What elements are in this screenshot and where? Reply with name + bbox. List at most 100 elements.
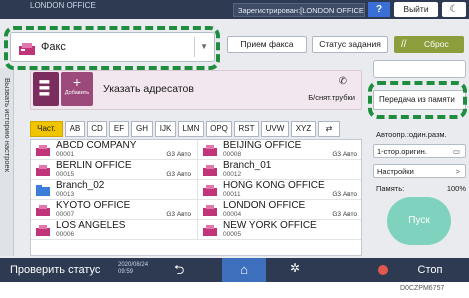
list-item[interactable]: Branch_02 00013 <box>31 180 197 200</box>
tab-uvw[interactable]: UVW <box>261 121 289 137</box>
settings-button[interactable]: Настройки > <box>373 164 466 178</box>
destination-list: ABCD COMPANY 00001 G3 Авто BEIJING OFFIC… <box>30 139 362 256</box>
tab-opq[interactable]: OPQ <box>206 121 232 137</box>
entry-number: 00008 <box>223 151 242 158</box>
chevron-right-icon: > <box>455 167 460 176</box>
list-item[interactable]: NEW YORK OFFICE 00005 <box>197 220 361 241</box>
entry-name: Branch_02 <box>56 180 105 191</box>
entry-mode: G3 Авто <box>166 211 191 218</box>
job-status-button[interactable]: Статус задания <box>312 36 388 53</box>
tab-ab[interactable]: AB <box>65 121 85 137</box>
list-item[interactable]: BEIJING OFFICE 00008 G3 Авто <box>197 140 361 161</box>
fax-icon <box>36 223 50 241</box>
start-button[interactable]: Пуск <box>387 197 451 245</box>
list-item[interactable]: BERLIN OFFICE 00015 G3 Авто <box>31 160 197 180</box>
memory-status: Память: 100% <box>376 184 466 193</box>
list-item[interactable]: KYOTO OFFICE 00007 G3 Авто <box>31 200 197 220</box>
fax-icon <box>203 163 217 181</box>
figure-code: D0CZPM6757 <box>400 285 445 292</box>
back-icon[interactable]: ⮌ <box>174 261 184 282</box>
list-item[interactable]: ABCD COMPANY 00001 G3 Авто <box>31 140 197 160</box>
entry-mode: G3 Авто <box>166 151 191 158</box>
memory-label: Память: <box>376 184 405 193</box>
stop-button[interactable]: Стоп <box>400 262 460 278</box>
tab-gh[interactable]: GH <box>131 121 153 137</box>
stop-icon <box>378 265 388 275</box>
office-title: LONDON OFFICE <box>30 1 96 10</box>
original-sides-label: 1-стор.оригин. <box>377 147 427 156</box>
destination-title: Указать адресатов <box>103 83 194 95</box>
entry-name: LOS ANGELES <box>56 220 126 231</box>
tab-xyz[interactable]: XYZ <box>291 121 316 137</box>
time: 09:59 <box>118 269 134 275</box>
entry-number: 00005 <box>223 231 242 238</box>
check-status-button[interactable]: Проверить статус <box>10 262 100 278</box>
help-button[interactable]: ? <box>368 2 390 17</box>
fax-icon <box>36 163 50 181</box>
entry-number: 00004 <box>223 211 242 218</box>
entry-name: KYOTO OFFICE <box>56 200 131 211</box>
entry-mode: G3 Авто <box>332 191 357 198</box>
fax-icon <box>203 143 217 161</box>
grid-icon: ■■■ ■■■ ■■■ <box>39 79 50 98</box>
entry-number: 00011 <box>223 191 241 198</box>
fax-icon <box>36 203 50 221</box>
moon-icon: ☾ <box>449 4 459 15</box>
original-sides-option[interactable]: 1-стор.оригин. ▭ <box>373 144 466 158</box>
entry-name: BEIJING OFFICE <box>223 140 302 151</box>
entry-name: LONDON OFFICE <box>223 200 306 211</box>
entry-number: 00015 <box>56 171 75 178</box>
settings-history-tab[interactable]: Вызвать историю настроек <box>0 68 14 256</box>
tab-switch[interactable]: ⇄ <box>318 121 340 137</box>
bottom-bar: Проверить статус 2020/08/24 09:59 ⮌ ⌂ ✲ … <box>0 258 469 282</box>
entry-name: NEW YORK OFFICE <box>223 220 317 231</box>
entry-name: ABCD COMPANY <box>56 140 137 151</box>
home-icon: ⌂ <box>240 262 248 277</box>
entry-number: 00001 <box>56 151 75 158</box>
tab-ijk[interactable]: IJK <box>155 121 176 137</box>
tab-ef[interactable]: EF <box>109 121 129 137</box>
panel-header <box>373 60 466 78</box>
entry-number: 00013 <box>56 191 75 198</box>
fax-icon <box>203 223 217 241</box>
folder-icon <box>36 183 50 201</box>
list-item[interactable]: HONG KONG OFFICE 00011 G3 Авто <box>197 180 361 201</box>
gear-icon[interactable]: ✲ <box>290 261 300 275</box>
top-bar: LONDON OFFICE Зарегистрирован:[LONDON OF… <box>0 0 469 19</box>
date-time: 2020/08/24 09:59 <box>118 262 148 276</box>
logout-button[interactable]: Выйти <box>394 2 438 17</box>
on-hook-label[interactable]: Б/снят.трубки <box>308 93 355 102</box>
tab-lmn[interactable]: LMN <box>178 121 204 137</box>
fax-icon <box>203 203 217 221</box>
list-item[interactable]: LOS ANGELES 00006 <box>31 220 197 240</box>
tab-cd[interactable]: CD <box>87 121 107 137</box>
fax-receive-button[interactable]: Прием факса <box>227 36 307 53</box>
home-button[interactable]: ⌂ <box>222 258 266 282</box>
fax-screen: LONDON OFFICE Зарегистрирован:[LONDON OF… <box>0 0 469 282</box>
login-status: Зарегистрирован:[LONDON OFFICE] <box>233 3 365 17</box>
fax-icon <box>203 183 217 201</box>
tab-rst[interactable]: RST <box>234 121 259 137</box>
entry-number: 00006 <box>56 231 75 238</box>
highlight-mode-selector <box>4 26 220 70</box>
list-item[interactable]: Branch_01 00012 <box>197 160 361 181</box>
auto-reduce-option[interactable]: Автоопр.:один.разм. <box>373 128 466 142</box>
reset-icon: // <box>401 39 407 50</box>
list-item[interactable]: LONDON OFFICE 00004 G3 Авто <box>197 200 361 221</box>
date: 2020/08/24 <box>118 262 149 268</box>
add-destination-button[interactable]: + Добавить <box>61 72 93 106</box>
entry-name: Branch_01 <box>223 160 272 171</box>
tab-frequent[interactable]: Част. <box>30 121 63 137</box>
reset-button[interactable]: // Сброс <box>394 36 464 53</box>
add-label: Добавить <box>64 90 90 96</box>
settings-label: Настройки <box>377 167 414 176</box>
entry-mode: G3 Авто <box>166 171 191 178</box>
address-book-grid-button[interactable]: ■■■ ■■■ ■■■ <box>33 72 59 106</box>
entry-name: BERLIN OFFICE <box>56 160 132 171</box>
entry-mode: G3 Авто <box>332 211 357 218</box>
energy-saver-button[interactable]: ☾ <box>442 2 466 17</box>
plus-icon: + <box>72 74 82 90</box>
fax-icon <box>36 143 50 161</box>
settings-history-label: Вызвать историю настроек <box>3 78 12 172</box>
page-icon: ▭ <box>452 147 460 156</box>
